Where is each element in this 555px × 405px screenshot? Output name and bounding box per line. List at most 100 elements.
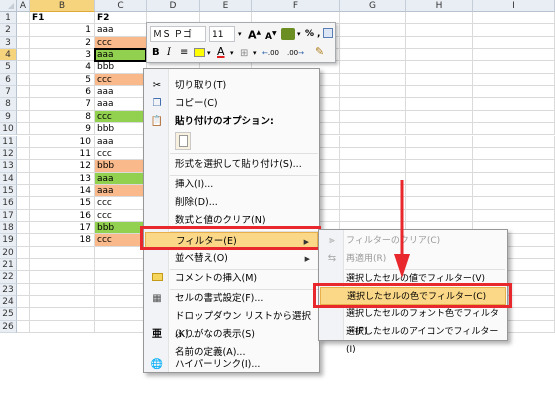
cell[interactable] — [95, 259, 147, 272]
column-header-d[interactable]: D — [147, 0, 200, 12]
borders-dropdown-icon[interactable]: ▾ — [253, 45, 257, 61]
cell-value[interactable]: bbb — [95, 160, 146, 173]
cell[interactable] — [406, 184, 473, 198]
cell[interactable] — [473, 61, 555, 74]
menu-item-insert[interactable]: 挿入(I)... — [145, 176, 318, 194]
row-header-16[interactable]: 16 — [0, 197, 17, 210]
cell[interactable] — [406, 73, 473, 87]
font-name-box[interactable]: ＭＳ Ｐゴ — [150, 26, 206, 42]
cell[interactable] — [473, 184, 555, 198]
menu-item-paste-special[interactable]: 形式を選択して貼り付け(S)... — [145, 156, 318, 174]
cell[interactable] — [406, 123, 473, 136]
shrink-font-button[interactable]: A▼ — [265, 26, 277, 42]
menu-item-pick-from-list[interactable]: ドロップダウン リストから選択(K)... — [145, 308, 318, 340]
cell-number[interactable]: 7 — [30, 98, 94, 111]
format-painter-icon[interactable]: ✎ — [315, 44, 324, 60]
cell[interactable] — [340, 24, 406, 37]
cell-number[interactable]: 9 — [30, 123, 94, 136]
cell-number[interactable]: 16 — [30, 210, 94, 222]
cell[interactable] — [406, 12, 473, 25]
cell-number[interactable]: 3 — [30, 49, 94, 62]
cell[interactable] — [406, 24, 473, 37]
menu-item-format-cells[interactable]: ▦ セルの書式設定(F)... — [145, 290, 318, 308]
cell[interactable] — [340, 12, 406, 25]
select-all-corner[interactable] — [0, 0, 17, 12]
cell-a1[interactable]: F1 — [30, 12, 95, 25]
cell[interactable] — [17, 259, 30, 272]
cell[interactable] — [30, 246, 95, 259]
cell[interactable] — [406, 36, 473, 50]
column-header-f[interactable]: F — [252, 0, 340, 12]
cell[interactable] — [17, 123, 30, 136]
row-header-18[interactable]: 18 — [0, 221, 17, 235]
cell[interactable] — [340, 123, 406, 136]
italic-button[interactable]: I — [167, 45, 171, 61]
cell[interactable] — [473, 197, 555, 210]
cell[interactable] — [17, 209, 30, 222]
menu-item-sort[interactable]: 並べ替え(O) ▶ — [145, 250, 318, 268]
cell-number[interactable]: 8 — [30, 111, 94, 124]
cell-value[interactable]: aaa — [95, 172, 146, 185]
cell[interactable] — [406, 98, 473, 111]
comma-button[interactable]: , — [317, 26, 320, 42]
cell-value[interactable]: ccc — [95, 110, 146, 124]
cell-value[interactable]: bbb — [95, 221, 146, 235]
cell[interactable] — [30, 308, 95, 321]
cell-value[interactable]: ccc — [95, 148, 146, 161]
cell[interactable] — [473, 36, 555, 50]
cell[interactable] — [95, 320, 147, 334]
cell[interactable] — [17, 12, 30, 25]
currency-dropdown-icon[interactable]: ▾ — [297, 26, 301, 42]
bold-button[interactable]: B — [152, 45, 160, 61]
font-color-dropdown-icon[interactable]: ▾ — [230, 45, 234, 61]
cell-value[interactable]: bbb — [95, 123, 146, 136]
cell[interactable] — [17, 110, 30, 124]
font-size-box[interactable]: 11 — [209, 26, 235, 42]
cell[interactable] — [406, 197, 473, 210]
cell[interactable] — [406, 135, 473, 148]
cell[interactable] — [17, 184, 30, 198]
cell[interactable] — [473, 135, 555, 148]
cell-value[interactable]: aaa — [95, 98, 146, 111]
cell[interactable] — [17, 73, 30, 87]
cell[interactable] — [340, 98, 406, 111]
menu-item-cut[interactable]: ✂ 切り取り(T) — [145, 77, 318, 95]
cell[interactable] — [30, 320, 95, 334]
cell-number[interactable]: 2 — [30, 37, 94, 50]
cell[interactable] — [473, 147, 555, 161]
cell[interactable] — [473, 160, 555, 173]
row-header-20[interactable]: 20 — [0, 246, 17, 259]
row-header-22[interactable]: 22 — [0, 271, 17, 284]
row-header-10[interactable]: 10 — [0, 123, 17, 136]
cell[interactable] — [473, 24, 555, 37]
cell-value[interactable]: ccc — [95, 197, 146, 210]
row-header-6[interactable]: 6 — [0, 73, 17, 87]
row-header-3[interactable]: 3 — [0, 36, 17, 50]
cell[interactable] — [17, 61, 30, 74]
cell-value[interactable]: bbb — [95, 61, 146, 74]
cell-value[interactable]: ccc — [95, 73, 146, 87]
cell[interactable] — [17, 36, 30, 50]
cell-number[interactable]: 12 — [30, 160, 94, 173]
cell[interactable] — [406, 49, 473, 62]
row-header-17[interactable]: 17 — [0, 209, 17, 222]
cell[interactable] — [17, 308, 30, 321]
cell-b1[interactable]: F2 — [95, 12, 147, 25]
cell-number[interactable]: 13 — [30, 173, 94, 185]
cell-value[interactable]: aaa — [95, 136, 146, 148]
cell[interactable] — [17, 147, 30, 161]
cell[interactable] — [473, 98, 555, 111]
row-header-25[interactable]: 25 — [0, 308, 17, 321]
cell-number[interactable]: 10 — [30, 136, 94, 148]
decrease-decimal-button[interactable]: .00→ — [287, 45, 304, 61]
cell[interactable] — [473, 49, 555, 62]
row-header-8[interactable]: 8 — [0, 98, 17, 111]
cell[interactable] — [17, 172, 30, 185]
cell-value[interactable]: aaa — [95, 184, 146, 198]
cell[interactable] — [340, 36, 406, 50]
column-header-h[interactable]: H — [406, 0, 473, 12]
cell-number[interactable]: 6 — [30, 86, 94, 99]
cell[interactable] — [17, 86, 30, 99]
cell[interactable] — [340, 49, 406, 62]
cell[interactable] — [17, 197, 30, 210]
